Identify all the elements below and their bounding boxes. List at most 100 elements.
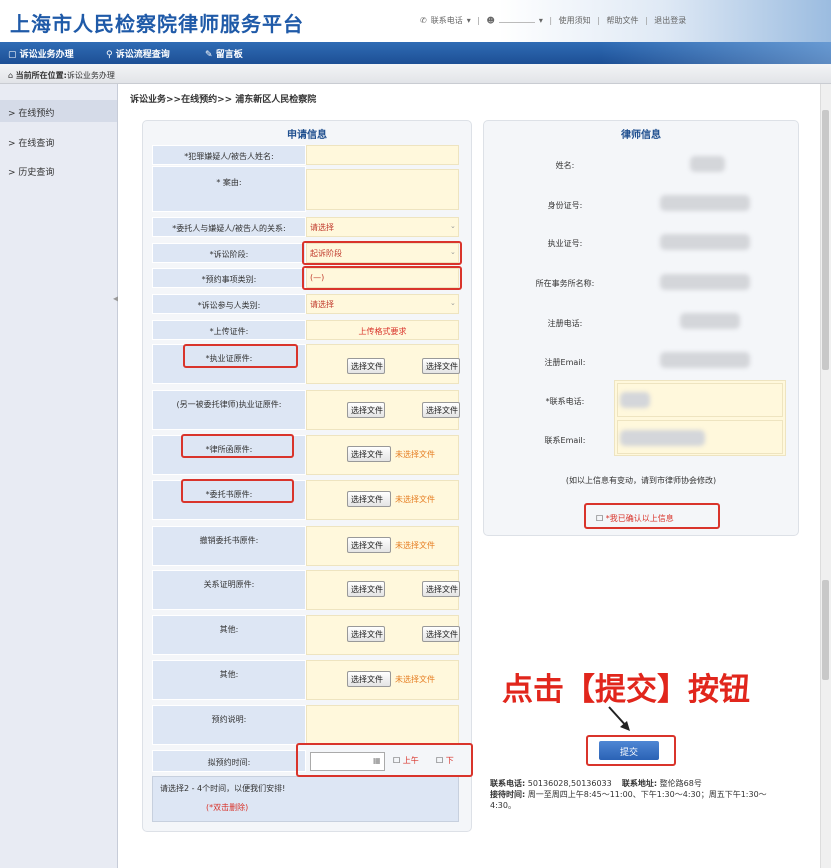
stage-label: *诉讼阶段: <box>152 243 306 263</box>
home-icon: ⌂ <box>8 71 14 80</box>
lawyer-reg-phone-label: 注册电话: <box>547 319 583 328</box>
time-list-hint-red: (*双击删除) <box>206 803 249 812</box>
footer-hours-label: 接待时间: <box>490 790 526 799</box>
lawyer-license-label: 执业证号: <box>547 239 583 248</box>
case-reason-textarea[interactable] <box>306 169 459 210</box>
relation-proof-label: 关系证明原件: <box>152 570 306 610</box>
lawyer-title: 律师信息 <box>621 130 661 141</box>
appointment-type-highlight <box>302 266 462 290</box>
suspect-name-input[interactable] <box>306 145 459 165</box>
lawyer-firm-label: 所在事务所名称: <box>535 279 595 288</box>
lawyer-reg-phone-value <box>680 313 740 329</box>
divider: | <box>645 16 648 25</box>
relation-proof-file-button-1[interactable]: 选择文件 <box>347 581 385 597</box>
stage-highlight <box>302 241 462 265</box>
footer-address: 整伦路68号 <box>659 779 702 788</box>
lawyer-change-note: (如以上信息有变动，请到市律师协会修改) <box>565 476 717 485</box>
planned-time-label: 拟预约时间: <box>152 750 306 772</box>
nav-decoration <box>601 42 831 64</box>
other1-label: 其他: <box>152 615 306 655</box>
chevron-down-icon: ⌄ <box>450 299 456 307</box>
planned-time-highlight <box>296 743 473 777</box>
relation-label: *委托人与嫌疑人/被告人的关系: <box>152 217 306 237</box>
lawyer-reg-email-value <box>660 352 750 368</box>
other1-file-button-1[interactable]: 选择文件 <box>347 626 385 642</box>
scrollbar-thumb-secondary[interactable] <box>822 580 829 680</box>
authorization-highlight <box>181 479 294 503</box>
time-list-hint: 请选择2 - 4个时间，以便我们安排! <box>160 784 286 793</box>
search-icon: ⚲ <box>106 50 113 60</box>
lawyer-reg-email-label: 注册Email: <box>544 358 586 367</box>
footer-contact: 联系电话: 50136028,50136033 联系地址: 整伦路68号 接待时… <box>490 778 790 811</box>
nav-message-board[interactable]: ✎ 留言板 <box>205 47 243 60</box>
other2-file-button[interactable]: 选择文件 <box>347 671 391 687</box>
upload-requirements-link[interactable]: 上传格式要求 <box>306 320 459 340</box>
nav-label: 诉讼业务办理 <box>19 50 74 60</box>
other-license-file-button-2[interactable]: 选择文件 <box>422 402 460 418</box>
footer-phone: 50136028,50136033 <box>527 779 612 788</box>
authorization-file-button[interactable]: 选择文件 <box>347 491 391 507</box>
firm-letter-no-file: 未选择文件 <box>395 450 435 459</box>
authorization-no-file: 未选择文件 <box>395 495 435 504</box>
logout-link[interactable]: 退出登录 <box>654 16 686 25</box>
relation-proof-file-button-2[interactable]: 选择文件 <box>422 581 460 597</box>
breadcrumb-prefix: 当前所在位置: <box>15 71 67 80</box>
application-title: 申请信息 <box>287 130 327 141</box>
revoke-label: 撤销委托书原件: <box>152 526 306 566</box>
monitor-icon: ▢ <box>8 50 17 60</box>
revoke-file-button[interactable]: 选择文件 <box>347 537 391 553</box>
route-path: 诉讼业务>>在线预约>> 浦东新区人民检察院 <box>130 95 317 105</box>
user-icon: ☻ <box>486 16 495 25</box>
nav-process-query[interactable]: ⚲ 诉讼流程查询 <box>106 47 170 60</box>
case-reason-label: * 案由: <box>152 166 306 212</box>
participant-label: *诉讼参与人类别: <box>152 294 306 314</box>
chevron-down-icon[interactable]: ▾ <box>467 16 471 25</box>
pencil-icon: ✎ <box>205 50 213 60</box>
sidebar-item-history-query[interactable]: > 历史查询 <box>8 165 54 178</box>
lawyer-firm-value <box>660 274 750 290</box>
other-license-label: (另一被委托律师)执业证原件: <box>152 390 306 430</box>
license-file-button-2[interactable]: 选择文件 <box>422 358 460 374</box>
chevron-down-icon: ⌄ <box>450 222 456 230</box>
footer-address-label: 联系地址: <box>621 779 658 788</box>
usage-notice-link[interactable]: 使用须知 <box>559 16 591 25</box>
relation-select-value: 请选择 <box>310 223 334 232</box>
other1-file-button-2[interactable]: 选择文件 <box>422 626 460 642</box>
lawyer-name-label: 姓名: <box>555 161 575 170</box>
lawyer-contact-email-label: 联系Email: <box>544 436 586 445</box>
nav-litigation-business[interactable]: ▢ 诉讼业务办理 <box>8 47 74 60</box>
breadcrumb: ⌂ 当前所在位置:诉讼业务办理 <box>0 64 831 84</box>
help-file-link[interactable]: 帮助文件 <box>606 16 638 25</box>
confirm-highlight <box>584 503 720 529</box>
main-nav: ▢ 诉讼业务办理 ⚲ 诉讼流程查询 ✎ 留言板 <box>0 42 831 64</box>
sidebar-item-online-query[interactable]: > 在线查询 <box>8 136 54 149</box>
license-highlight <box>183 344 298 368</box>
footer-hours: 周一至周四上午8:45～11:00、下午1:30～4:30；周五下午1:30～4… <box>490 790 767 810</box>
other-license-file-button-1[interactable]: 选择文件 <box>347 402 385 418</box>
user-chevron-icon[interactable]: ▾ <box>539 16 543 25</box>
phone-icon: ✆ <box>420 16 427 25</box>
scrollbar-thumb[interactable] <box>822 110 829 370</box>
app-header: 上海市人民检察院律师服务平台 ✆ 联系电话 ▾ | ☻ ▾ | 使用须知 | 帮助文件… <box>0 0 831 42</box>
remark-textarea[interactable] <box>306 705 459 745</box>
lawyer-contact-email-value <box>620 430 705 446</box>
license-file-button-1[interactable]: 选择文件 <box>347 358 385 374</box>
header-links: ✆ 联系电话 ▾ | ☻ ▾ | 使用须知 | 帮助文件 | 退出登录 <box>420 15 690 26</box>
lawyer-license-value <box>660 234 750 250</box>
appointment-type-label: *预约事项类别: <box>152 268 306 288</box>
suspect-name-label: *犯罪嫌疑人/被告人姓名: <box>152 145 306 165</box>
upload-cert-label: *上传证件: <box>152 320 306 340</box>
firm-letter-file-button[interactable]: 选择文件 <box>347 446 391 462</box>
divider: | <box>477 16 480 25</box>
firm-letter-highlight <box>181 434 294 458</box>
sidebar-item-online-booking[interactable]: > 在线预约 <box>8 106 54 119</box>
lawyer-contact-phone-value <box>620 392 650 408</box>
nav-label: 诉讼流程查询 <box>115 50 170 60</box>
contact-phone-link[interactable]: 联系电话 <box>431 16 463 25</box>
other2-label: 其他: <box>152 660 306 700</box>
divider: | <box>549 16 553 25</box>
submit-instruction: 点击【提交】按钮 <box>502 672 750 708</box>
user-menu[interactable] <box>498 22 535 23</box>
nav-label: 留言板 <box>215 50 243 60</box>
remark-label: 预约说明: <box>152 705 306 745</box>
